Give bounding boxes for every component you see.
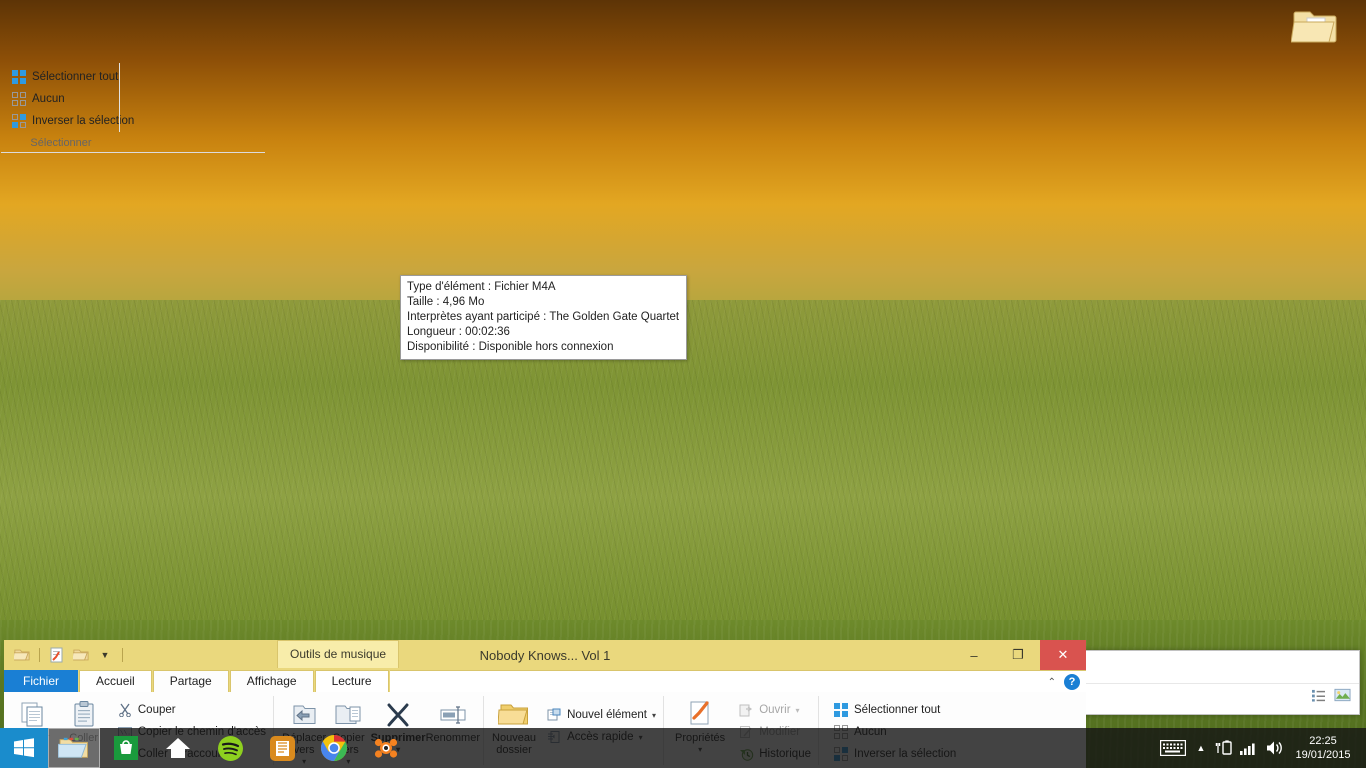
menu-label: Sélectionner tout (32, 71, 119, 83)
copy-icon (18, 698, 48, 732)
chevron-down-icon[interactable]: ▾ (796, 706, 800, 715)
ribbon-group-divider (119, 63, 120, 132)
properties-big-icon (685, 698, 715, 732)
taskbar-item-windows-store[interactable] (100, 728, 152, 768)
tooltip-line-artists: Interprètes ayant participé : The Golden… (407, 311, 680, 323)
maximize-button[interactable]: ❐ (996, 640, 1040, 670)
spotify-icon (217, 735, 243, 761)
taskbar-item-spotify[interactable] (204, 728, 256, 768)
taskbar-item-reader[interactable] (256, 728, 308, 768)
properties-icon[interactable] (47, 645, 67, 665)
close-button[interactable]: ✕ (1040, 640, 1086, 670)
start-icon (14, 738, 34, 758)
open-icon (738, 702, 754, 718)
select-all-icon (833, 702, 849, 718)
new-item-icon (546, 707, 562, 723)
taskbar-item-home[interactable] (152, 728, 204, 768)
desktop-icon-folder[interactable] (1278, 6, 1352, 51)
keyboard-icon[interactable] (1156, 728, 1190, 768)
tooltip-line-type: Type d'élément : Fichier M4A (407, 281, 556, 293)
tooltip-line-length: Longueur : 00:02:36 (407, 326, 510, 338)
select-all-icon (11, 69, 27, 85)
reader-icon (269, 735, 295, 761)
select-none-icon (11, 91, 27, 107)
second-window-select-all-button[interactable]: Sélectionner tout (7, 66, 265, 88)
wifi-signal-icon[interactable] (1236, 728, 1262, 768)
taskbar-item-avast[interactable] (360, 728, 412, 768)
paste-icon (69, 698, 99, 732)
page-title: Nobody Knows... Vol 1 (479, 647, 611, 663)
avast-icon (374, 738, 398, 758)
ribbon-tabs[interactable]: Fichier Accueil Partage Affichage Lectur… (4, 670, 1086, 692)
menu-label: Couper (137, 704, 176, 716)
open-button[interactable]: Ouvrir ▾ (734, 699, 815, 721)
contextual-tab-music-tools: Outils de musique (277, 640, 400, 668)
new-folder-icon[interactable] (71, 645, 91, 665)
cut-button[interactable]: Couper (113, 699, 270, 721)
rename-icon (438, 698, 468, 732)
tab-partage[interactable]: Partage (152, 670, 229, 692)
new-folder-big-icon (498, 698, 530, 732)
tab-accueil[interactable]: Accueil (79, 670, 152, 692)
ribbon-group-title: Sélectionner (30, 137, 92, 149)
tab-fichier[interactable]: Fichier (4, 670, 79, 692)
menu-label: Ouvrir (759, 704, 791, 716)
clock-time: 22:25 (1309, 735, 1337, 747)
folder-icon (1290, 11, 1337, 43)
thumbnails-view-icon[interactable] (1331, 686, 1353, 705)
clock[interactable]: 22:25 19/01/2015 (1288, 734, 1362, 762)
file-tooltip: Type d'élément : Fichier M4A Taille : 4,… (400, 275, 687, 360)
folder-icon[interactable] (12, 645, 32, 665)
minimize-button[interactable]: – (952, 640, 996, 670)
invert-selection-icon (11, 113, 27, 129)
chevron-down-icon[interactable]: ▾ (652, 711, 656, 720)
second-window-select-none-button[interactable]: Aucun (7, 88, 265, 110)
delete-x-icon (384, 698, 412, 732)
folder-taskbar-icon (58, 737, 88, 758)
start-button[interactable] (0, 728, 48, 768)
menu-label: Aucun (32, 93, 65, 105)
second-window-invert-selection-button[interactable]: Inverser la sélection (7, 110, 265, 132)
clock-date: 19/01/2015 (1295, 749, 1351, 761)
speaker-icon[interactable] (1262, 728, 1288, 768)
taskbar-item-chrome[interactable] (308, 728, 360, 768)
move-to-icon (289, 698, 319, 732)
taskbar[interactable]: ▲ 22:25 19/01/2015 (0, 728, 1366, 768)
tab-affichage[interactable]: Affichage (229, 670, 314, 692)
copy-to-icon (333, 698, 363, 732)
chevron-up-icon[interactable]: ⌃ (1048, 677, 1056, 688)
menu-label: Sélectionner tout (854, 704, 941, 716)
ribbon-tabs-filler (389, 670, 1086, 692)
tooltip-line-availability: Disponibilité : Disponible hors connexio… (407, 341, 614, 353)
chrome-icon (321, 735, 347, 761)
second-window-ribbon: Sélectionner tout Aucun Inverser la séle… (1, 57, 265, 153)
qat-separator (39, 648, 40, 662)
tab-lecture[interactable]: Lecture (314, 670, 389, 692)
new-item-button[interactable]: Nouvel élément ▾ (542, 704, 660, 726)
chevron-up-icon[interactable]: ▲ (1190, 728, 1212, 768)
window-controls[interactable]: – ❐ ✕ (952, 640, 1086, 670)
store-icon (114, 736, 138, 760)
menu-label: Nouvel élément (567, 709, 647, 721)
help-icon[interactable]: ? (1064, 674, 1080, 690)
select-all-button[interactable]: Sélectionner tout (829, 699, 960, 721)
taskbar-item-file-explorer[interactable] (48, 728, 100, 768)
details-view-icon[interactable] (1307, 686, 1329, 705)
quick-access-toolbar[interactable]: ▼ (4, 640, 126, 670)
home-icon (166, 738, 190, 758)
customize-chevron-icon[interactable]: ▼ (95, 645, 115, 665)
qat-separator (122, 648, 123, 662)
battery-icon[interactable] (1212, 728, 1236, 768)
system-tray[interactable]: ▲ 22:25 19/01/2015 (1156, 728, 1366, 768)
scissors-icon (117, 702, 133, 718)
tooltip-line-size: Taille : 4,96 Mo (407, 296, 485, 308)
titlebar[interactable]: ▼ Nobody Knows... Vol 1 Outils de musiqu… (4, 640, 1086, 670)
